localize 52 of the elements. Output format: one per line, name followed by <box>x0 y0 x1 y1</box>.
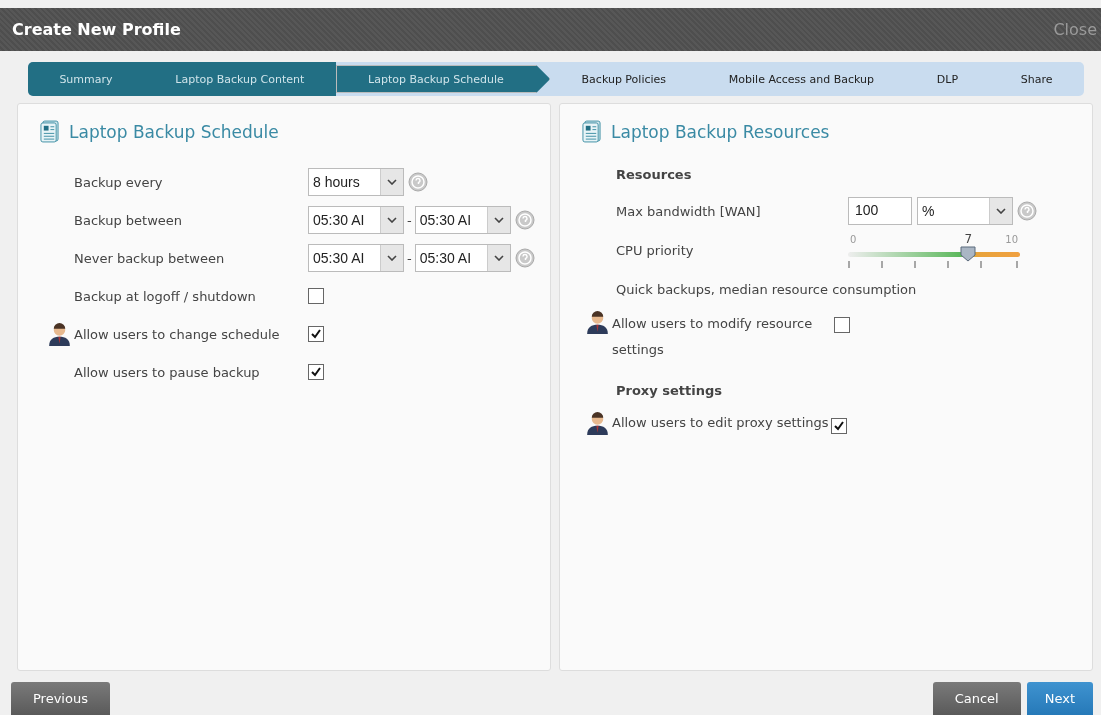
section-heading: Resources <box>616 167 693 182</box>
unit-dropdown[interactable]: % <box>917 197 1013 225</box>
field-label: Allow users to edit proxy settings <box>612 414 829 432</box>
cancel-button[interactable]: Cancel <box>932 682 1021 715</box>
wizard-step[interactable]: Laptop Backup Content <box>143 62 336 96</box>
dropdown[interactable]: 05:30 AI <box>414 244 511 272</box>
cpu-description: Quick backups, median resource consumption <box>616 282 918 297</box>
field-label: Never backup between <box>74 250 226 266</box>
bandwidth-input[interactable]: 100 <box>848 197 912 225</box>
caret-icon <box>387 217 397 223</box>
caret-icon <box>493 217 504 223</box>
caret-icon <box>387 255 397 261</box>
document-icon <box>582 120 601 143</box>
range-separator: - <box>407 250 412 266</box>
dropdown[interactable]: 05:30 AI <box>414 206 511 234</box>
slider-max-label: 10 <box>1005 233 1018 245</box>
field-label: Allow users to pause backup <box>74 364 261 380</box>
checkbox[interactable] <box>834 317 850 333</box>
panel-title: Laptop Backup Resources <box>611 121 830 142</box>
slider-value: 7 <box>964 231 973 246</box>
document-icon <box>40 120 59 143</box>
slider-thumb[interactable] <box>960 245 977 262</box>
wizard-step[interactable]: DLP <box>905 62 990 96</box>
dropdown[interactable]: 05:30 AI <box>308 206 404 234</box>
field-label: Backup at logoff / shutdown <box>74 288 257 304</box>
wizard-step[interactable]: Laptop Backup Schedule <box>335 65 551 93</box>
slider-min-label: 0 <box>850 233 857 245</box>
window-title: Create New Profile <box>12 20 182 39</box>
checkbox[interactable] <box>308 288 324 304</box>
wizard-step[interactable]: Share <box>989 62 1084 96</box>
field-label: Allow users to change schedule <box>74 326 281 342</box>
checkbox[interactable] <box>308 326 324 342</box>
field-label: Backup between <box>74 212 183 228</box>
panel-title: Laptop Backup Schedule <box>69 121 279 142</box>
dropdown[interactable]: 05:30 AI <box>308 244 404 272</box>
caret-icon <box>493 255 504 261</box>
field-label: CPU priority <box>616 242 695 258</box>
dropdown[interactable]: 8 hours <box>308 168 404 196</box>
section-heading: Proxy settings <box>616 383 723 398</box>
field-label: Max bandwidth [WAN] <box>616 203 762 219</box>
caret-icon <box>387 179 397 185</box>
checkbox[interactable] <box>308 364 324 380</box>
previous-button[interactable]: Previous <box>11 682 110 715</box>
wizard-step[interactable]: Mobile Access and Backup <box>697 62 906 96</box>
field-label: Allow users to modify resource settings <box>612 315 814 359</box>
wizard-step[interactable]: Summary <box>28 62 144 96</box>
next-button[interactable]: Next <box>1026 682 1093 715</box>
checkbox[interactable] <box>830 418 847 434</box>
caret-icon <box>996 208 1006 214</box>
field-label: Backup every <box>74 174 164 190</box>
wizard-step[interactable]: Backup Policies <box>550 62 698 96</box>
range-separator: - <box>407 212 412 228</box>
